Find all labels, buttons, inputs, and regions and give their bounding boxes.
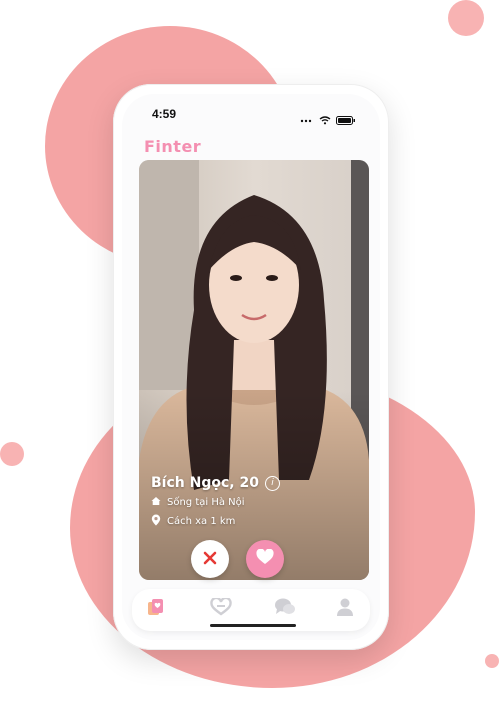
tab-cards[interactable]	[144, 597, 168, 621]
app-title: Finter	[144, 137, 202, 156]
close-icon	[203, 550, 217, 569]
tab-chat[interactable]	[273, 597, 297, 621]
profile-card[interactable]: Bích Ngọc, 20 i Sống tại Hà Nội Cách xa …	[139, 160, 369, 580]
decor-dot	[485, 654, 499, 668]
profile-name: Bích Ngọc, 20	[151, 475, 259, 491]
signal-icon	[300, 110, 314, 129]
info-icon[interactable]: i	[264, 475, 280, 491]
location-pin-icon	[151, 514, 161, 529]
status-time: 4:59	[152, 107, 177, 121]
status-icons	[300, 110, 356, 129]
status-bar: 4:59	[122, 94, 380, 128]
app-screen: 4:59 Finter Bích Ngọc, 20 i Sống tại Hà …	[122, 94, 380, 640]
home-icon	[151, 496, 161, 509]
phone-frame: 4:59 Finter Bích Ngọc, 20 i Sống tại Hà …	[113, 84, 389, 650]
match-icon	[210, 596, 232, 620]
battery-icon	[336, 110, 356, 129]
profile-hometown: Sống tại Hà Nội	[167, 497, 245, 508]
decor-dot	[0, 442, 24, 466]
profile-icon	[336, 597, 354, 621]
dislike-button[interactable]	[191, 540, 229, 578]
heart-icon	[256, 548, 274, 569]
home-indicator	[210, 624, 296, 627]
chat-icon	[274, 597, 296, 621]
decor-dot	[448, 0, 484, 36]
wifi-icon	[319, 110, 331, 129]
tab-profile[interactable]	[333, 597, 357, 621]
tab-match[interactable]	[209, 596, 233, 621]
profile-distance: Cách xa 1 km	[167, 516, 236, 527]
profile-info: Bích Ngọc, 20 i Sống tại Hà Nội Cách xa …	[151, 475, 280, 529]
cards-icon	[146, 597, 166, 621]
like-button[interactable]	[246, 540, 284, 578]
